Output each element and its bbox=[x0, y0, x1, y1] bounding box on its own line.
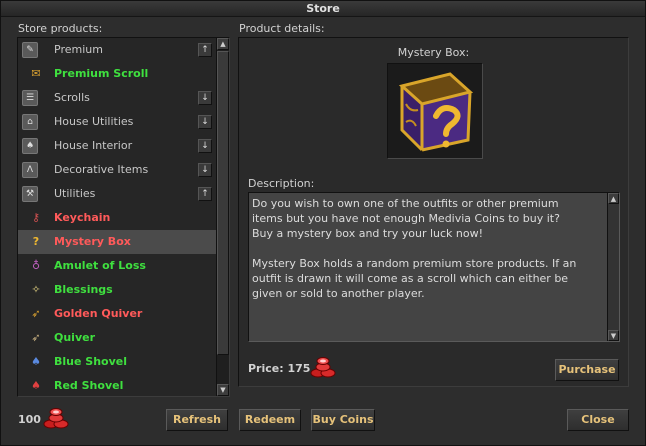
mystery-box-image-icon bbox=[398, 72, 474, 153]
product-image-frame bbox=[387, 63, 483, 159]
list-item-label: Amulet of Loss bbox=[54, 259, 146, 272]
description-scrollbar[interactable]: ▲ ▼ bbox=[607, 193, 619, 341]
list-item-label: Scrolls bbox=[54, 91, 90, 104]
expand-toggle-button[interactable]: ↓ bbox=[198, 91, 212, 105]
product-row-amulet-of-loss[interactable]: ♁ Amulet of Loss bbox=[18, 254, 216, 278]
list-item-label: Red Shovel bbox=[54, 379, 124, 392]
window-title: Store bbox=[1, 1, 645, 17]
coin-balance-icon bbox=[43, 408, 69, 429]
list-item-label: Utilities bbox=[54, 187, 96, 200]
house-interior-icon: ♠ bbox=[22, 138, 38, 154]
list-item-label: Mystery Box bbox=[54, 235, 131, 248]
list-item-label: Keychain bbox=[54, 211, 111, 224]
category-row-scrolls[interactable]: ☰ Scrolls ↓ bbox=[18, 86, 216, 110]
product-row-red-shovel[interactable]: ♠ Red Shovel bbox=[18, 374, 216, 396]
expand-toggle-button[interactable]: ↓ bbox=[198, 115, 212, 129]
collapse-toggle-button[interactable]: ↑ bbox=[198, 43, 212, 57]
product-details-panel: Mystery Box: Description: Do you wish to… bbox=[238, 37, 629, 387]
expand-toggle-button[interactable]: ↓ bbox=[198, 139, 212, 153]
list-item-label: House Interior bbox=[54, 139, 133, 152]
price-label: Price: 175 bbox=[248, 362, 311, 375]
store-product-list: ✎ Premium ↑ ✉ Premium Scroll ☰ Scrolls ↓ ⌂ House … bbox=[17, 37, 230, 397]
store-window: Store Store products: Product details: ✎… bbox=[0, 0, 646, 446]
list-item-label: Golden Quiver bbox=[54, 307, 143, 320]
close-button[interactable]: Close bbox=[567, 409, 629, 431]
purchase-button[interactable]: Purchase bbox=[555, 359, 619, 381]
product-list-scrollbar[interactable]: ▲ ▼ bbox=[216, 38, 229, 396]
description-scroll-up-button[interactable]: ▲ bbox=[608, 193, 619, 204]
blessings-icon: ✧ bbox=[31, 283, 41, 296]
product-row-golden-quiver[interactable]: ➶ Golden Quiver bbox=[18, 302, 216, 326]
coin-balance: 100 bbox=[18, 413, 41, 426]
medivia-coins-icon bbox=[310, 357, 336, 378]
product-details-label: Product details: bbox=[239, 22, 325, 35]
product-row-mystery-box[interactable]: ? Mystery Box bbox=[18, 230, 216, 254]
refresh-button[interactable]: Refresh bbox=[166, 409, 228, 431]
description-box: Do you wish to own one of the outfits or… bbox=[248, 192, 620, 342]
product-row-premium-scroll[interactable]: ✉ Premium Scroll bbox=[18, 62, 216, 86]
list-item-label: House Utilities bbox=[54, 115, 134, 128]
product-row-quiver[interactable]: ➶ Quiver bbox=[18, 326, 216, 350]
utilities-icon: ⚒ bbox=[22, 186, 38, 202]
golden-quiver-icon: ➶ bbox=[31, 307, 41, 320]
premium-icon: ✎ bbox=[22, 42, 38, 58]
amulet-icon: ♁ bbox=[31, 259, 41, 272]
list-item-label: Quiver bbox=[54, 331, 96, 344]
category-row-premium[interactable]: ✎ Premium ↑ bbox=[18, 38, 216, 62]
list-item-label: Premium bbox=[54, 43, 103, 56]
description-label: Description: bbox=[248, 177, 315, 190]
scroll-down-button[interactable]: ▼ bbox=[217, 384, 229, 396]
description-scroll-down-button[interactable]: ▼ bbox=[608, 330, 619, 341]
product-name: Mystery Box: bbox=[397, 46, 470, 59]
product-row-keychain[interactable]: ⚷ Keychain bbox=[18, 206, 216, 230]
buy-coins-button[interactable]: Buy Coins bbox=[311, 409, 375, 431]
list-item-label: Decorative Items bbox=[54, 163, 149, 176]
product-row-blessings[interactable]: ✧ Blessings bbox=[18, 278, 216, 302]
list-item-label: Blessings bbox=[54, 283, 113, 296]
decorative-icon: Λ bbox=[22, 162, 38, 178]
product-row-blue-shovel[interactable]: ♠ Blue Shovel bbox=[18, 350, 216, 374]
store-products-label: Store products: bbox=[18, 22, 103, 35]
category-row-house-interior[interactable]: ♠ House Interior ↓ bbox=[18, 134, 216, 158]
keychain-icon: ⚷ bbox=[31, 211, 41, 224]
house-utilities-icon: ⌂ bbox=[22, 114, 38, 130]
collapse-toggle-button[interactable]: ↑ bbox=[198, 187, 212, 201]
quiver-icon: ➶ bbox=[31, 331, 41, 344]
list-item-label: Blue Shovel bbox=[54, 355, 127, 368]
scrolls-icon: ☰ bbox=[22, 90, 38, 106]
scroll-thumb[interactable] bbox=[217, 51, 229, 355]
blue-shovel-icon: ♠ bbox=[31, 355, 41, 368]
red-shovel-icon: ♠ bbox=[31, 379, 41, 392]
redeem-button[interactable]: Redeem bbox=[239, 409, 301, 431]
category-row-decorative-items[interactable]: Λ Decorative Items ↓ bbox=[18, 158, 216, 182]
list-item-label: Premium Scroll bbox=[54, 67, 149, 80]
mystery-box-icon: ? bbox=[32, 235, 40, 248]
description-text: Do you wish to own one of the outfits or… bbox=[252, 197, 577, 300]
scroll-icon: ✉ bbox=[31, 67, 41, 80]
scroll-up-button[interactable]: ▲ bbox=[217, 38, 229, 50]
category-row-house-utilities[interactable]: ⌂ House Utilities ↓ bbox=[18, 110, 216, 134]
expand-toggle-button[interactable]: ↓ bbox=[198, 163, 212, 177]
category-row-utilities[interactable]: ⚒ Utilities ↑ bbox=[18, 182, 216, 206]
product-list-items: ✎ Premium ↑ ✉ Premium Scroll ☰ Scrolls ↓ ⌂ House … bbox=[18, 38, 216, 396]
